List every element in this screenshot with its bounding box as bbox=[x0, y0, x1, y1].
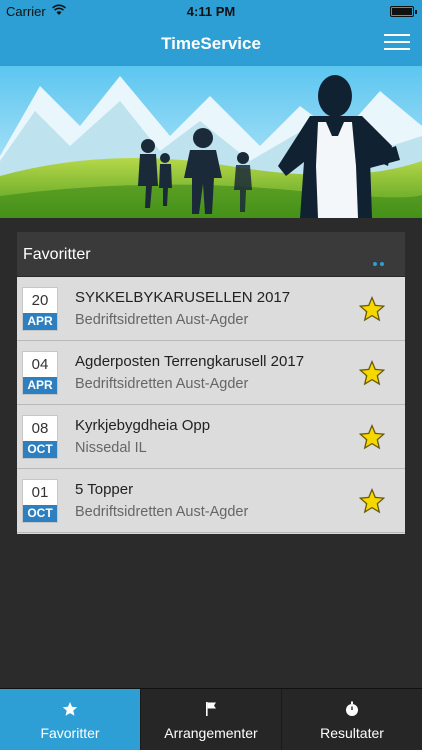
event-row[interactable]: 01 OCT 5 Topper Bedriftsidretten Aust-Ag… bbox=[17, 469, 405, 533]
favorite-star-icon[interactable] bbox=[359, 424, 385, 450]
event-organizer: Bedriftsidretten Aust-Agder bbox=[75, 312, 249, 328]
more-options-icon[interactable] bbox=[373, 253, 393, 284]
runners-banner-image bbox=[0, 66, 422, 218]
event-row[interactable]: 08 OCT Kyrkjebygdheia Opp Nissedal IL bbox=[17, 405, 405, 469]
favorite-star-icon[interactable] bbox=[359, 296, 385, 322]
event-title: SYKKELBYKARUSELLEN 2017 bbox=[75, 289, 291, 306]
date-month: APR bbox=[23, 313, 57, 330]
date-day: 20 bbox=[31, 292, 49, 309]
date-month: OCT bbox=[23, 505, 57, 522]
date-day: 01 bbox=[31, 484, 49, 501]
favorite-star-icon[interactable] bbox=[359, 488, 385, 514]
tab-arrangementer[interactable]: Arrangementer bbox=[141, 689, 282, 750]
favorites-panel: Favoritter 20 APR SYKKELBYKARUSELLEN 201… bbox=[17, 232, 405, 534]
date-day: 08 bbox=[31, 420, 49, 437]
date-badge: 20 APR bbox=[22, 287, 58, 331]
status-bar: Carrier 4:11 PM bbox=[0, 0, 422, 22]
navigation-bar: TimeService bbox=[0, 22, 422, 66]
event-organizer: Nissedal IL bbox=[75, 440, 147, 456]
hamburger-menu-icon[interactable] bbox=[384, 34, 410, 54]
tab-label: Resultater bbox=[320, 725, 384, 741]
event-title: Kyrkjebygdheia Opp bbox=[75, 417, 211, 434]
stopwatch-icon bbox=[346, 701, 358, 716]
date-day: 04 bbox=[31, 356, 49, 373]
flag-icon bbox=[206, 702, 216, 716]
star-icon bbox=[62, 702, 78, 716]
tab-resultater[interactable]: Resultater bbox=[282, 689, 422, 750]
tab-bar: Favoritter Arrangementer Resultater bbox=[0, 688, 422, 750]
tab-label: Favoritter bbox=[40, 725, 100, 741]
event-title: Agderposten Terrengkarusell 2017 bbox=[75, 353, 305, 370]
event-title: 5 Topper bbox=[75, 481, 134, 498]
status-time: 4:11 PM bbox=[186, 4, 236, 19]
date-badge: 01 OCT bbox=[22, 479, 58, 523]
event-organizer: Bedriftsidretten Aust-Agder bbox=[75, 504, 249, 520]
favorites-header: Favoritter bbox=[17, 232, 405, 284]
event-organizer: Bedriftsidretten Aust-Agder bbox=[75, 376, 249, 392]
date-month: APR bbox=[23, 377, 57, 394]
app-title: TimeService bbox=[161, 34, 261, 53]
event-row[interactable]: 04 APR Agderposten Terrengkarusell 2017 … bbox=[17, 341, 405, 405]
favorite-star-icon[interactable] bbox=[359, 360, 385, 386]
tab-favoritter[interactable]: Favoritter bbox=[0, 689, 141, 750]
favorites-title: Favoritter bbox=[23, 246, 91, 263]
date-month: OCT bbox=[23, 441, 57, 458]
date-badge: 08 OCT bbox=[22, 415, 58, 459]
tab-label: Arrangementer bbox=[164, 725, 258, 741]
event-row[interactable]: 20 APR SYKKELBYKARUSELLEN 2017 Bedriftsi… bbox=[17, 277, 405, 341]
date-badge: 04 APR bbox=[22, 351, 58, 395]
battery-icon bbox=[390, 6, 417, 17]
